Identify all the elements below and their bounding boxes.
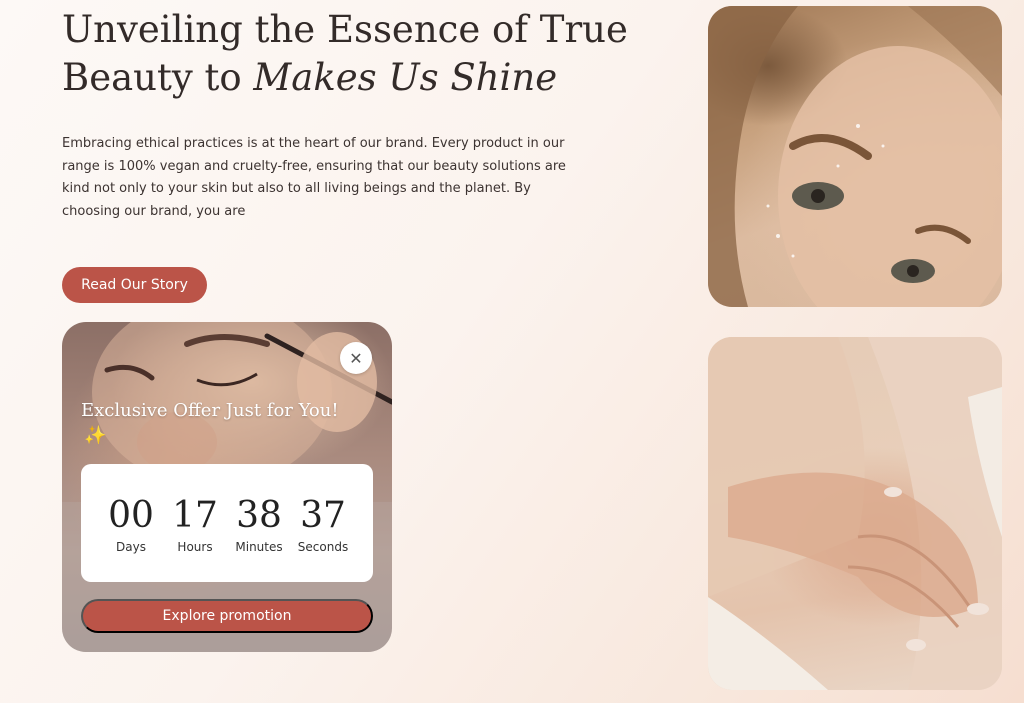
hero-description: Embracing ethical practices is at the he…: [62, 136, 566, 219]
promo-popup: ✕ Exclusive Offer Just for You! ✨ 00 Day…: [62, 322, 392, 652]
hero-title: Unveiling the Essence of True Beauty to …: [62, 6, 662, 102]
countdown-label: Seconds: [297, 540, 349, 554]
hero-title-line1: Unveiling the Essence of True: [62, 8, 628, 51]
countdown-label: Minutes: [235, 540, 283, 554]
close-button[interactable]: ✕: [340, 342, 372, 374]
countdown-label: Hours: [177, 540, 213, 554]
promo-title: Exclusive Offer Just for You!: [81, 400, 339, 421]
model-face-illustration: [708, 6, 1002, 307]
countdown-days: 00 Days: [99, 464, 163, 582]
read-our-story-button[interactable]: Read Our Story: [62, 267, 207, 303]
countdown-value: 38: [236, 495, 282, 536]
close-icon: ✕: [349, 348, 363, 368]
hero-title-line2: Beauty to: [62, 56, 254, 99]
hero-title-italic: Makes Us Shine: [253, 56, 558, 99]
model-arm-photo: [708, 337, 1002, 690]
model-face-photo: [708, 6, 1002, 307]
explore-promotion-button[interactable]: Explore promotion: [81, 599, 373, 633]
countdown-value: 37: [300, 495, 346, 536]
countdown-timer: 00 Days 17 Hours 38 Minutes 37 Seconds: [81, 464, 373, 582]
model-arm-illustration: [708, 337, 1002, 690]
countdown-label: Days: [116, 540, 146, 554]
countdown-seconds: 37 Seconds: [291, 464, 355, 582]
countdown-hours: 17 Hours: [163, 464, 227, 582]
countdown-minutes: 38 Minutes: [227, 464, 291, 582]
sparkle-icon: ✨: [84, 425, 107, 446]
countdown-value: 00: [108, 495, 154, 536]
countdown-value: 17: [172, 495, 218, 536]
